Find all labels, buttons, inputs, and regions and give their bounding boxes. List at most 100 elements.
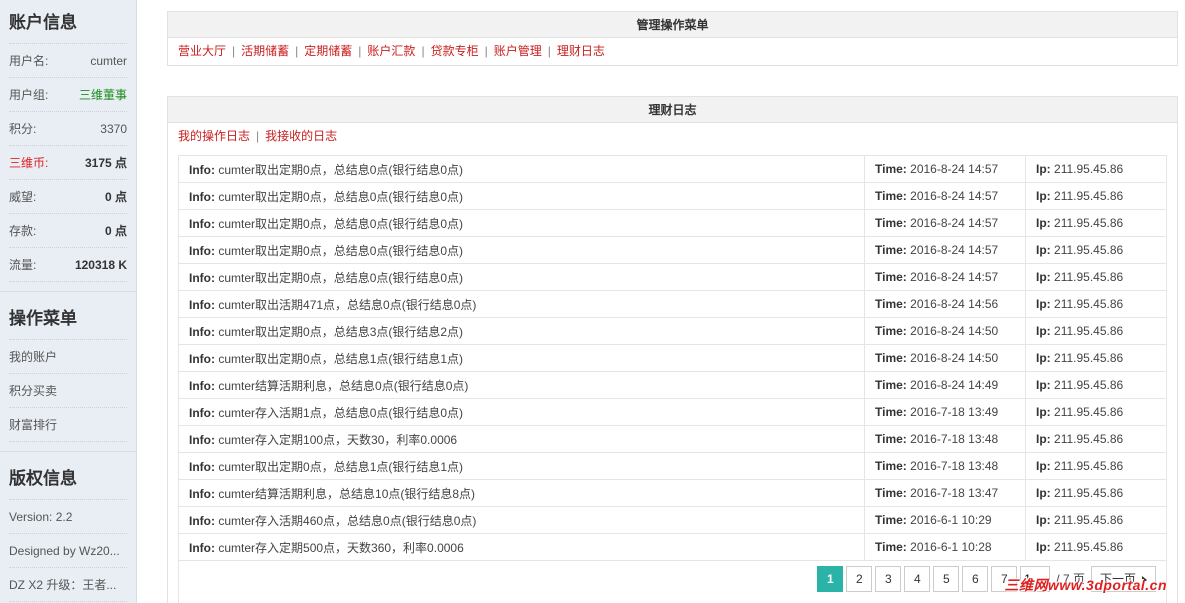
table-row: Info: cumter取出活期471点，总结息0点(银行结息0点) Time: … bbox=[178, 290, 1167, 318]
info-text: cumter取出定期0点，总结息0点(银行结息0点) bbox=[218, 216, 464, 231]
log-info-cell: Info: cumter结算活期利息，总结息0点(银行结息0点) bbox=[178, 371, 865, 399]
ip-label: Ip: bbox=[1036, 459, 1051, 473]
log-ip-cell: Ip: 211.95.45.86 bbox=[1025, 479, 1167, 507]
menu-link-loans[interactable]: 贷款专柜 bbox=[431, 44, 479, 58]
page-1-button[interactable]: 1 bbox=[817, 566, 844, 592]
management-menu-panel: 管理操作菜单 营业大厅 | 活期储蓄 | 定期储蓄 | 账户汇款 | 贷款专柜 | 账户管理 | 理财日… bbox=[167, 11, 1178, 66]
time-text: 2016-8-24 14:57 bbox=[910, 243, 999, 257]
ip-label: Ip: bbox=[1036, 486, 1051, 500]
tab-my-operation-log[interactable]: 我的操作日志 bbox=[178, 129, 250, 143]
account-row-prestige: 威望: 0 点 bbox=[9, 180, 127, 214]
group-value[interactable]: 三维董事 bbox=[79, 78, 127, 111]
time-text: 2016-8-24 14:57 bbox=[910, 189, 999, 203]
info-label: Info: bbox=[189, 459, 215, 474]
info-text: cumter取出定期0点，总结息0点(银行结息0点) bbox=[218, 189, 464, 204]
info-text: cumter结算活期利息，总结息0点(银行结息0点) bbox=[218, 378, 469, 393]
copyright-designer[interactable]: Designed by Wz20... bbox=[9, 534, 127, 568]
page-6-button[interactable]: 6 bbox=[962, 566, 989, 592]
management-menu-links: 营业大厅 | 活期储蓄 | 定期储蓄 | 账户汇款 | 贷款专柜 | 账户管理 | 理财日志 bbox=[168, 38, 1177, 65]
menu-link-account-manage[interactable]: 账户管理 bbox=[494, 44, 542, 58]
account-row-group: 用户组: 三维董事 bbox=[9, 78, 127, 112]
ip-label: Ip: bbox=[1036, 270, 1051, 284]
ip-label: Ip: bbox=[1036, 243, 1051, 257]
time-label: Time: bbox=[875, 540, 907, 554]
tab-separator: | bbox=[256, 129, 260, 143]
table-row: Info: cumter存入定期500点，天数360，利率0.0006 Time:… bbox=[178, 533, 1167, 561]
page-3-button[interactable]: 3 bbox=[875, 566, 902, 592]
account-section: 账户信息 用户名: cumter 用户组: 三维董事 积分: 3370 三维币:… bbox=[0, 0, 136, 292]
time-text: 2016-6-1 10:28 bbox=[910, 540, 992, 554]
time-text: 2016-8-24 14:57 bbox=[910, 270, 999, 284]
time-text: 2016-8-24 14:50 bbox=[910, 351, 999, 365]
info-label: Info: bbox=[189, 486, 215, 501]
info-text: cumter取出定期0点，总结息3点(银行结息2点) bbox=[218, 324, 464, 339]
menu-link-business-hall[interactable]: 营业大厅 bbox=[178, 44, 226, 58]
log-info-cell: Info: cumter取出定期0点，总结息0点(银行结息0点) bbox=[178, 263, 865, 291]
log-time-cell: Time: 2016-7-18 13:48 bbox=[864, 452, 1026, 480]
ip-text: 211.95.45.86 bbox=[1054, 351, 1124, 365]
ip-text: 211.95.45.86 bbox=[1054, 324, 1124, 338]
log-time-cell: Time: 2016-6-1 10:28 bbox=[864, 533, 1026, 561]
log-ip-cell: Ip: 211.95.45.86 bbox=[1025, 533, 1167, 561]
account-row-traffic: 流量: 120318 K bbox=[9, 248, 127, 282]
account-row-points: 积分: 3370 bbox=[9, 112, 127, 146]
menu-link-demand-savings[interactable]: 活期储蓄 bbox=[241, 44, 289, 58]
log-ip-cell: Ip: 211.95.45.86 bbox=[1025, 425, 1167, 453]
log-time-cell: Time: 2016-8-24 14:50 bbox=[864, 317, 1026, 345]
log-ip-cell: Ip: 211.95.45.86 bbox=[1025, 317, 1167, 345]
log-ip-cell: Ip: 211.95.45.86 bbox=[1025, 344, 1167, 372]
ip-text: 211.95.45.86 bbox=[1054, 378, 1124, 392]
info-text: cumter存入活期1点，总结息0点(银行结息0点) bbox=[218, 405, 464, 420]
sidebar-item-points-trade[interactable]: 积分买卖 bbox=[9, 374, 127, 408]
time-text: 2016-7-18 13:48 bbox=[910, 432, 999, 446]
info-label: Info: bbox=[189, 351, 215, 366]
menu-link-remittance[interactable]: 账户汇款 bbox=[367, 44, 415, 58]
time-text: 2016-8-24 14:49 bbox=[910, 378, 999, 392]
log-time-cell: Time: 2016-7-18 13:48 bbox=[864, 425, 1026, 453]
sidebar-item-my-account[interactable]: 我的账户 bbox=[9, 340, 127, 374]
traffic-label: 流量: bbox=[9, 258, 37, 272]
tab-received-log[interactable]: 我接收的日志 bbox=[265, 129, 337, 143]
info-text: cumter结算活期利息，总结息10点(银行结息8点) bbox=[218, 486, 476, 501]
info-text: cumter存入定期100点，天数30，利率0.0006 bbox=[218, 432, 458, 447]
time-label: Time: bbox=[875, 513, 907, 527]
log-time-cell: Time: 2016-8-24 14:57 bbox=[864, 209, 1026, 237]
time-text: 2016-8-24 14:56 bbox=[910, 297, 999, 311]
page-2-button[interactable]: 2 bbox=[846, 566, 873, 592]
log-time-cell: Time: 2016-8-24 14:57 bbox=[864, 155, 1026, 183]
menu-separator: | bbox=[232, 44, 236, 58]
ip-text: 211.95.45.86 bbox=[1054, 216, 1124, 230]
time-label: Time: bbox=[875, 351, 907, 365]
page-4-button[interactable]: 4 bbox=[904, 566, 931, 592]
ip-label: Ip: bbox=[1036, 324, 1051, 338]
copyright-upgrade[interactable]: DZ X2 升级：王者... bbox=[9, 568, 127, 602]
username-label: 用户名: bbox=[9, 54, 49, 68]
table-row: Info: cumter结算活期利息，总结息0点(银行结息0点) Time: 20… bbox=[178, 371, 1167, 399]
finance-log-tabs: 我的操作日志 | 我接收的日志 bbox=[168, 123, 1177, 150]
info-text: cumter取出定期0点，总结息0点(银行结息0点) bbox=[218, 243, 464, 258]
menu-link-finance-log[interactable]: 理财日志 bbox=[557, 44, 605, 58]
log-ip-cell: Ip: 211.95.45.86 bbox=[1025, 182, 1167, 210]
ip-text: 211.95.45.86 bbox=[1054, 243, 1124, 257]
time-text: 2016-8-24 14:57 bbox=[910, 216, 999, 230]
account-title: 账户信息 bbox=[9, 0, 127, 44]
account-row-username: 用户名: cumter bbox=[9, 44, 127, 78]
coins-value: 3175 点 bbox=[84, 156, 127, 170]
menu-separator: | bbox=[358, 44, 362, 58]
log-ip-cell: Ip: 211.95.45.86 bbox=[1025, 263, 1167, 291]
table-row: Info: cumter存入活期1点，总结息0点(银行结息0点) Time: 20… bbox=[178, 398, 1167, 426]
ip-label: Ip: bbox=[1036, 216, 1051, 230]
info-label: Info: bbox=[189, 270, 215, 285]
info-label: Info: bbox=[189, 432, 215, 447]
page-5-button[interactable]: 5 bbox=[933, 566, 960, 592]
info-text: cumter取出定期0点，总结息0点(银行结息0点) bbox=[218, 162, 464, 177]
coins-label: 三维币: bbox=[9, 156, 49, 170]
log-time-cell: Time: 2016-8-24 14:50 bbox=[864, 344, 1026, 372]
menu-separator: | bbox=[484, 44, 488, 58]
log-info-cell: Info: cumter取出定期0点，总结息1点(银行结息1点) bbox=[178, 452, 865, 480]
finance-log-title: 理财日志 bbox=[168, 97, 1177, 123]
time-label: Time: bbox=[875, 405, 907, 419]
table-row: Info: cumter取出定期0点，总结息1点(银行结息1点) Time: 20… bbox=[178, 452, 1167, 480]
menu-link-fixed-savings[interactable]: 定期储蓄 bbox=[304, 44, 352, 58]
sidebar-item-wealth-rank[interactable]: 财富排行 bbox=[9, 408, 127, 442]
